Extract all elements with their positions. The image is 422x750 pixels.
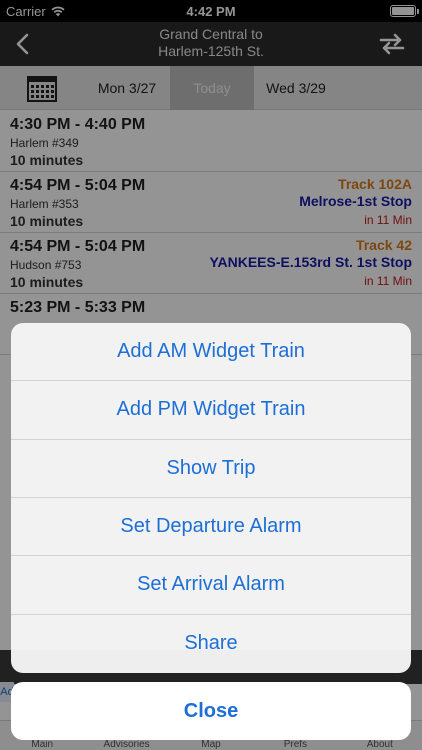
add-am-widget-train-button[interactable]: Add AM Widget Train bbox=[11, 323, 411, 382]
set-departure-alarm-button[interactable]: Set Departure Alarm bbox=[11, 498, 411, 557]
action-sheet: Add AM Widget Train Add PM Widget Train … bbox=[11, 323, 411, 673]
show-trip-button[interactable]: Show Trip bbox=[11, 440, 411, 498]
set-arrival-alarm-button[interactable]: Set Arrival Alarm bbox=[11, 556, 411, 615]
add-pm-widget-train-button[interactable]: Add PM Widget Train bbox=[11, 381, 411, 440]
share-button[interactable]: Share bbox=[11, 615, 411, 673]
close-button[interactable]: Close bbox=[11, 682, 411, 740]
